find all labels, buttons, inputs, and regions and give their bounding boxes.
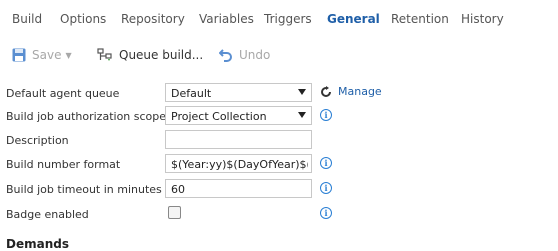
default-agent-queue-label: Default agent queue [6, 87, 120, 100]
undo-button[interactable]: Undo [219, 47, 270, 63]
tab-general[interactable]: General [327, 12, 380, 26]
queue-build-label: Queue build... [119, 48, 204, 62]
dropdown-arrow-icon [298, 89, 306, 95]
queue-build-button[interactable]: Queue build... [97, 47, 203, 63]
queue-build-icon [97, 48, 112, 61]
info-icon[interactable]: i [320, 109, 332, 121]
undo-label: Undo [239, 48, 271, 62]
save-icon [12, 48, 26, 62]
timeout-input[interactable]: 60 [165, 179, 312, 198]
info-icon[interactable]: i [320, 207, 332, 219]
save-button[interactable]: Save ▼ [12, 47, 72, 63]
tab-variables[interactable]: Variables [199, 12, 254, 26]
info-icon[interactable]: i [320, 157, 332, 169]
timeout-label: Build job timeout in minutes [6, 183, 162, 196]
description-input[interactable] [165, 130, 312, 149]
chevron-down-icon: ▼ [65, 50, 72, 60]
badge-enabled-label: Badge enabled [6, 208, 89, 221]
auth-scope-row: Build job authorization scope Project Co… [0, 106, 558, 128]
refresh-icon [321, 85, 331, 97]
timeout-row: Build job timeout in minutes 60 i [0, 179, 558, 201]
auth-scope-value: Project Collection [171, 110, 267, 123]
description-label: Description [6, 134, 69, 147]
default-agent-queue-row: Default agent queue Default Manage [0, 83, 558, 105]
auth-scope-select[interactable]: Project Collection [165, 106, 312, 125]
default-agent-queue-select[interactable]: Default [165, 83, 312, 102]
tab-build[interactable]: Build [12, 12, 42, 26]
tab-retention[interactable]: Retention [391, 12, 449, 26]
badge-enabled-row: Badge enabled i [0, 204, 558, 226]
undo-icon [219, 49, 232, 62]
tab-history[interactable]: History [461, 12, 504, 26]
manage-link[interactable]: Manage [320, 85, 382, 98]
toolbar: Save ▼ Queue build... Undo [0, 36, 558, 74]
build-number-format-input[interactable]: $(Year:yy)$(DayOfYear)$(rev [165, 154, 312, 173]
auth-scope-label: Build job authorization scope [6, 110, 167, 123]
save-label: Save [32, 48, 62, 62]
badge-enabled-checkbox[interactable] [168, 206, 181, 219]
tab-repository[interactable]: Repository [121, 12, 185, 26]
timeout-value: 60 [171, 183, 185, 196]
build-number-format-label: Build number format [6, 158, 121, 171]
tab-options[interactable]: Options [60, 12, 106, 26]
default-agent-queue-value: Default [171, 87, 212, 100]
description-row: Description [0, 130, 558, 152]
info-icon[interactable]: i [320, 182, 332, 194]
manage-label: Manage [338, 85, 382, 98]
dropdown-arrow-icon [298, 112, 306, 118]
build-number-format-row: Build number format $(Year:yy)$(DayOfYea… [0, 154, 558, 176]
build-number-format-value: $(Year:yy)$(DayOfYear)$(rev [171, 158, 308, 171]
tab-bar: Build Options Repository Variables Trigg… [0, 0, 558, 36]
tab-triggers[interactable]: Triggers [264, 12, 312, 26]
